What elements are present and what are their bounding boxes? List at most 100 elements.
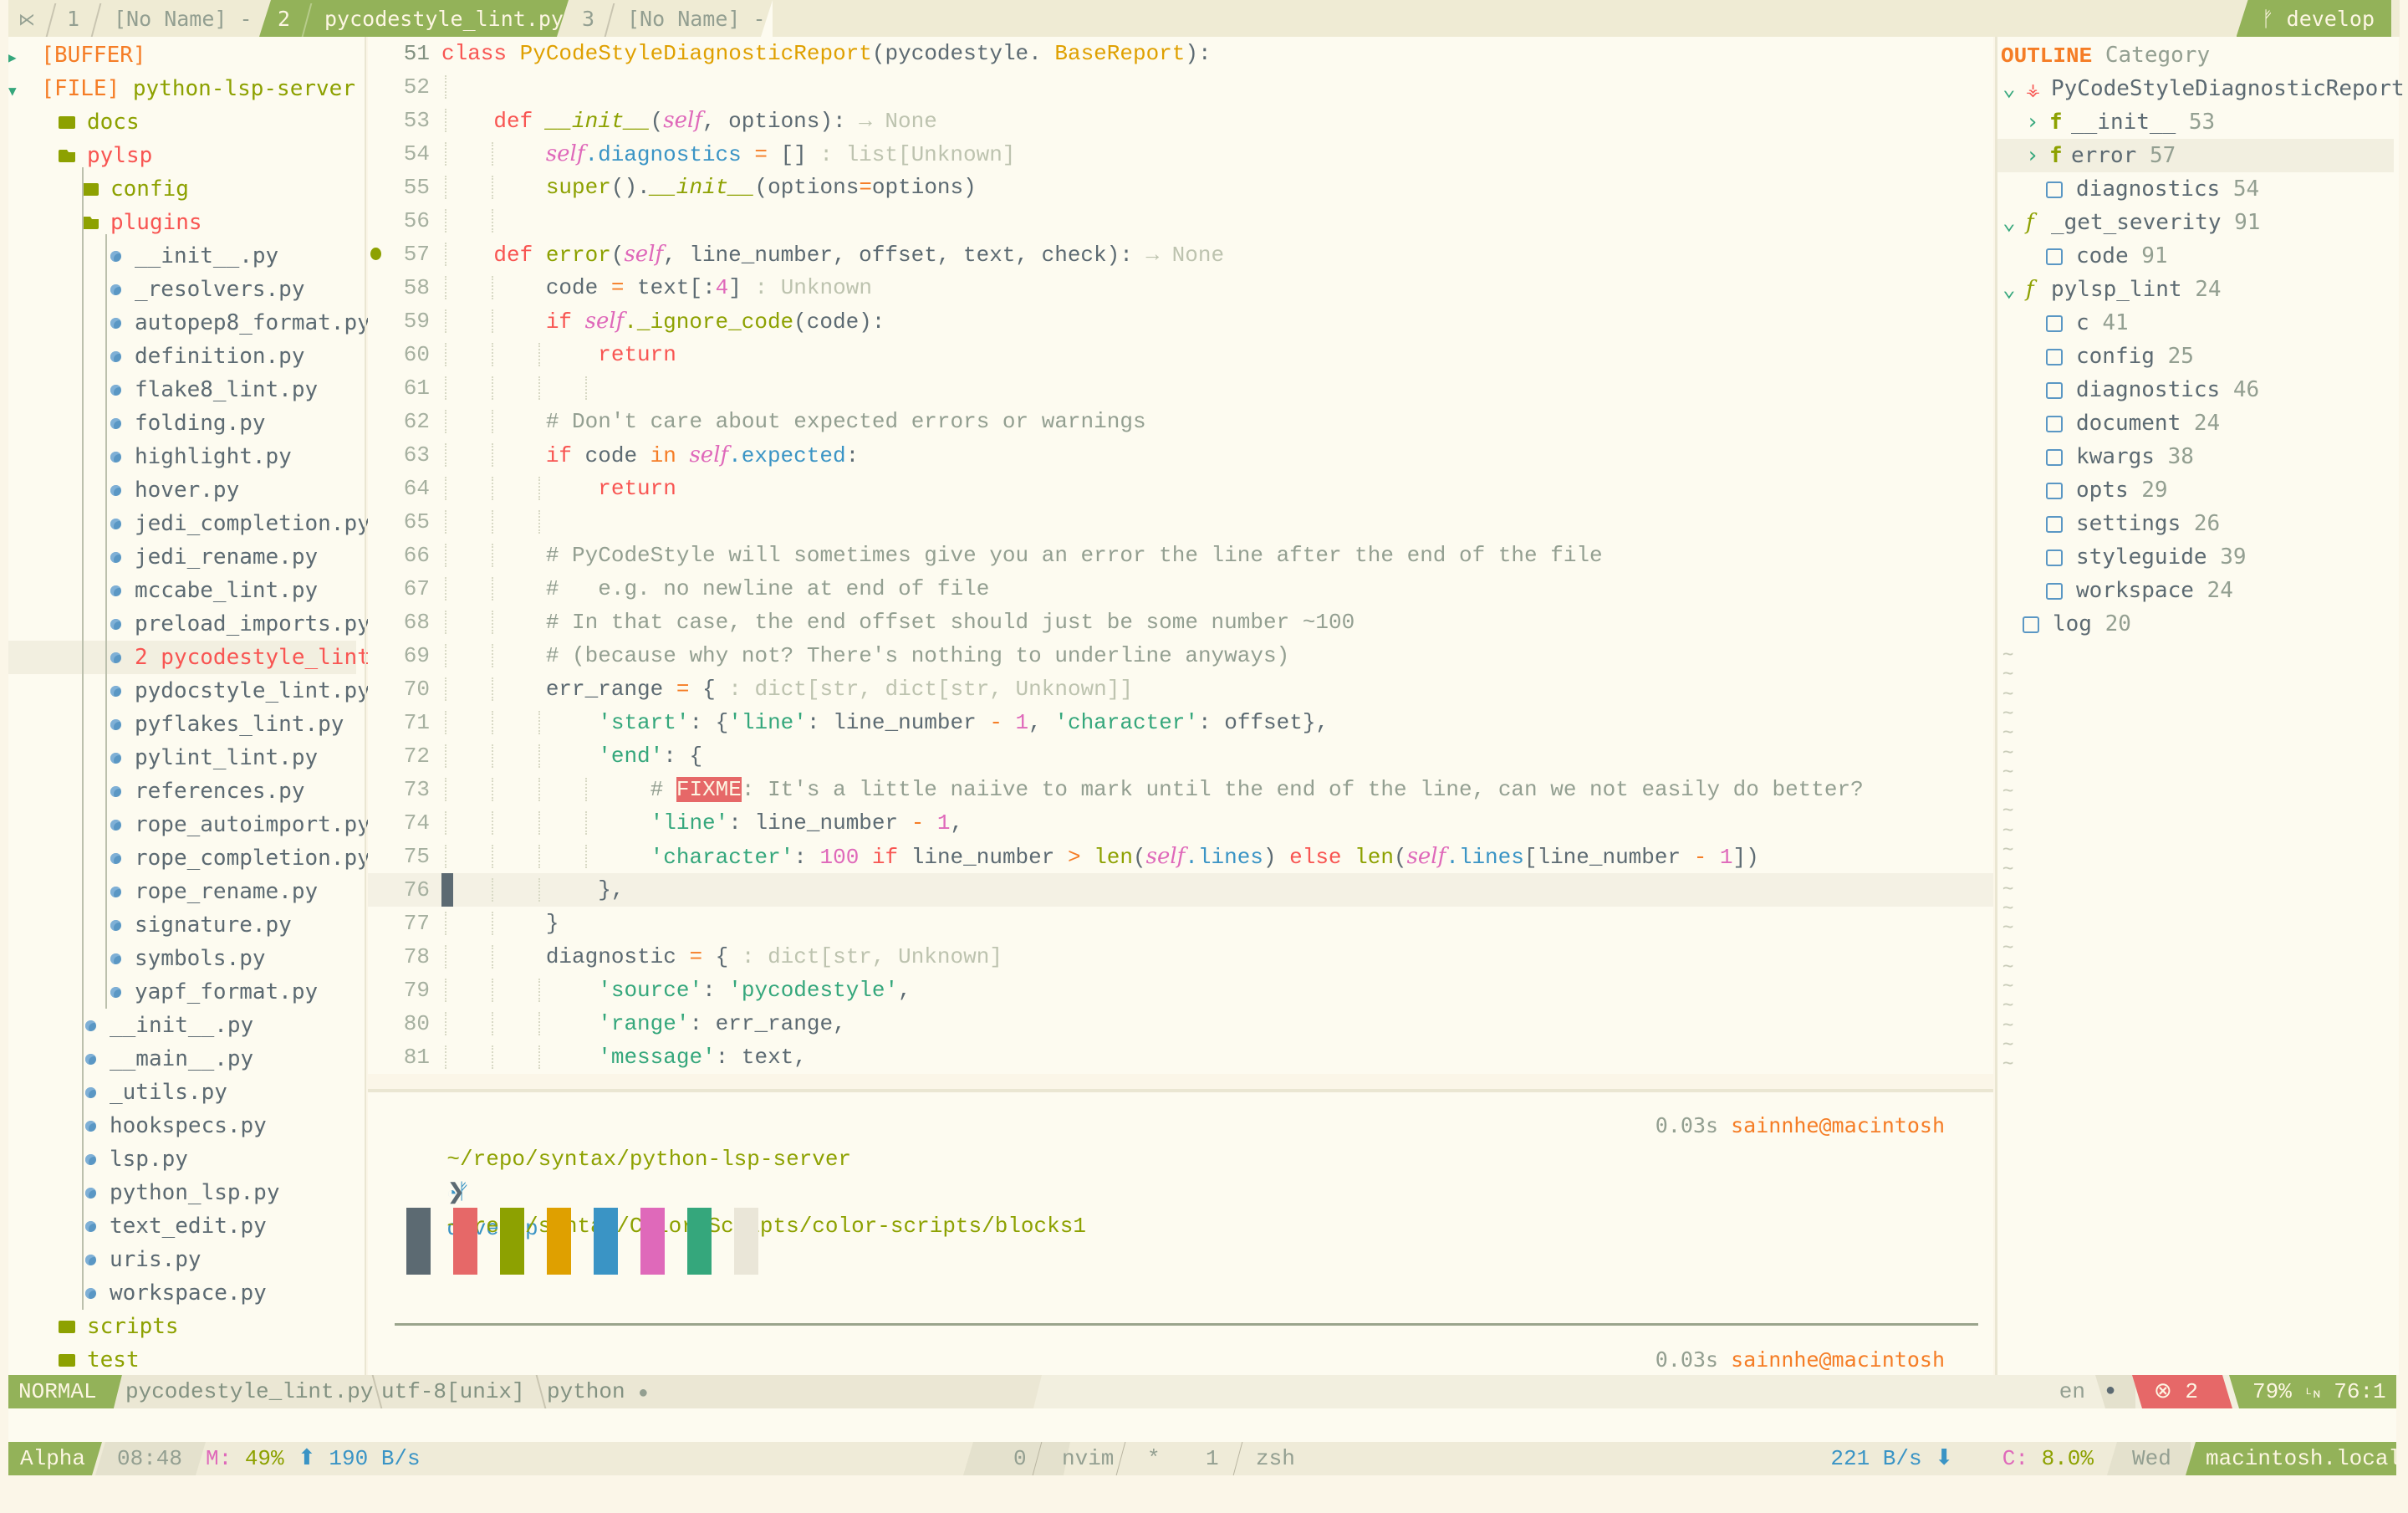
outline-item[interactable]: ⌄⚶PyCodeStyleDiagnosticReport 51 bbox=[1997, 72, 2405, 105]
code-line[interactable]: 75 'character': 100 if line_number > len… bbox=[368, 840, 1993, 873]
tree-file[interactable]: autopep8_format.py bbox=[8, 306, 370, 340]
chevron-right-icon[interactable]: › bbox=[2026, 139, 2049, 172]
code-line[interactable]: 76 }, bbox=[368, 873, 1993, 907]
tree-file[interactable]: _utils.py bbox=[8, 1076, 356, 1109]
chevron-down-icon[interactable]: ⌄ bbox=[2002, 206, 2026, 239]
outline-item[interactable]: ⌄ f pylsp_lint 24 bbox=[1997, 273, 2394, 306]
tmux-window-1-name[interactable]: zsh bbox=[1256, 1442, 1295, 1475]
code-line[interactable]: 80 'range': err_range, bbox=[368, 1007, 1993, 1040]
code-line[interactable]: 62 # Don't care about expected errors or… bbox=[368, 405, 1993, 438]
code-line[interactable]: 58 code = text[:4] : Unknown bbox=[368, 271, 1993, 304]
tree-file[interactable]: uris.py bbox=[8, 1243, 356, 1276]
tree-file[interactable]: hover.py bbox=[8, 473, 356, 507]
tree-folder[interactable]: pylsp bbox=[8, 139, 356, 172]
tree-file[interactable]: pyflakes_lint.py bbox=[8, 708, 356, 741]
tree-file[interactable]: jedi_rename.py bbox=[8, 540, 356, 574]
tmux-window-1[interactable]: 1 bbox=[1206, 1442, 1219, 1475]
outline-item[interactable]: config 25 bbox=[1997, 340, 2394, 373]
tree-file[interactable]: jedi_completion.py bbox=[8, 507, 370, 540]
outline-item[interactable]: styleguide 39 bbox=[1997, 540, 2394, 574]
tree-file[interactable]: definition.py bbox=[8, 340, 356, 373]
tmux-window-0[interactable]: 0 bbox=[1013, 1442, 1027, 1475]
code-line[interactable]: 52 bbox=[368, 70, 1993, 104]
tab-1[interactable]: 1 bbox=[67, 0, 79, 37]
tab-3-label[interactable]: [No Name] - bbox=[627, 0, 766, 37]
tree-folder[interactable]: docs bbox=[8, 105, 356, 139]
command-line-area[interactable] bbox=[8, 1408, 2396, 1442]
code-line[interactable]: 77 } bbox=[368, 907, 1993, 940]
code-line[interactable]: 70 err_range = { : dict[str, dict[str, U… bbox=[368, 672, 1993, 706]
tab-2-label[interactable]: pycodestyle_lint.py bbox=[324, 0, 564, 37]
tree-file[interactable]: python_lsp.py bbox=[8, 1176, 356, 1209]
tree-file[interactable]: rope_completion.py bbox=[8, 841, 370, 875]
code-line[interactable]: 78 diagnostic = { : dict[str, Unknown] bbox=[368, 940, 1993, 974]
code-line[interactable]: 59 if self._ignore_code(code): bbox=[368, 304, 1993, 338]
tmux-window-0-name[interactable]: nvim bbox=[1062, 1442, 1114, 1475]
tree-file[interactable]: flake8_lint.py bbox=[8, 373, 356, 406]
code-line[interactable]: 66 # PyCodeStyle will sometimes give you… bbox=[368, 539, 1993, 572]
outline-item[interactable]: diagnostics 46 bbox=[1997, 373, 2394, 406]
outline-item[interactable]: ⌄ f _get_severity 91 bbox=[1997, 206, 2394, 239]
tab-2[interactable]: 2 bbox=[278, 0, 290, 37]
tree-file[interactable]: __init__.py bbox=[8, 239, 356, 273]
outline-item[interactable]: c 41 bbox=[1997, 306, 2394, 340]
tree-file[interactable]: highlight.py bbox=[8, 440, 356, 473]
outline-item[interactable]: diagnostics 54 bbox=[1997, 172, 2394, 206]
chevron-down-icon[interactable]: ⌄ bbox=[2002, 273, 2026, 306]
outline-item[interactable]: kwargs 38 bbox=[1997, 440, 2394, 473]
code-line[interactable]: 53 def __init__(self, options): → None bbox=[368, 104, 1993, 137]
tree-file[interactable]: __main__.py bbox=[8, 1042, 356, 1076]
tree-folder[interactable]: config bbox=[8, 172, 356, 206]
code-line[interactable]: 67 # e.g. no newline at end of file bbox=[368, 572, 1993, 606]
tree-file[interactable]: _resolvers.py bbox=[8, 273, 356, 306]
tree-folder[interactable]: test bbox=[8, 1343, 356, 1377]
tree-file[interactable]: preload_imports.py bbox=[8, 607, 370, 641]
tree-file[interactable]: symbols.py bbox=[8, 942, 356, 975]
outline-item[interactable]: › f __init__ 53 bbox=[1997, 105, 2394, 139]
code-line[interactable]: 74 'line': line_number - 1, bbox=[368, 806, 1993, 840]
outline-item[interactable]: log 20 bbox=[1997, 607, 2394, 641]
tree-file[interactable]: signature.py bbox=[8, 908, 356, 942]
code-editor[interactable]: 51 class PyCodeStyleDiagnosticReport(pyco… bbox=[368, 37, 1993, 1074]
code-line[interactable]: 68 # In that case, the end offset should… bbox=[368, 606, 1993, 639]
outline-item[interactable]: › f error 57 bbox=[1997, 139, 2394, 172]
tree-file[interactable]: lsp.py bbox=[8, 1142, 356, 1176]
tree-folder[interactable]: plugins bbox=[8, 206, 356, 239]
tree-file[interactable]: rope_rename.py bbox=[8, 875, 356, 908]
code-line[interactable]: 56 bbox=[368, 204, 1993, 238]
outline-item[interactable]: opts 29 bbox=[1997, 473, 2394, 507]
tree-file[interactable]: 2 pycodestyle_lint. bbox=[8, 641, 383, 674]
tree-file[interactable]: folding.py bbox=[8, 406, 356, 440]
tree-file[interactable]: pydocstyle_lint.py bbox=[8, 674, 370, 708]
code-line[interactable]: 63 if code in self.expected: bbox=[368, 438, 1993, 472]
tree-file[interactable]: __init__.py bbox=[8, 1009, 356, 1042]
tree-file[interactable]: rope_autoimport.py bbox=[8, 808, 370, 841]
tree-folder[interactable]: scripts bbox=[8, 1310, 356, 1343]
code-line[interactable]: 61 bbox=[368, 371, 1993, 405]
code-line[interactable]: 51 class PyCodeStyleDiagnosticReport(pyco… bbox=[368, 37, 1993, 70]
tree-file[interactable]: workspace.py bbox=[8, 1276, 356, 1310]
chevron-right-icon[interactable]: › bbox=[2026, 105, 2049, 139]
code-line[interactable]: 65 bbox=[368, 505, 1993, 539]
code-line[interactable]: 81 'message': text, bbox=[368, 1040, 1993, 1074]
tree-buffer-section[interactable]: ▶ [BUFFER] bbox=[8, 38, 146, 72]
chevron-down-icon[interactable]: ⌄ bbox=[2002, 72, 2026, 105]
code-line[interactable]: 79 'source': 'pycodestyle', bbox=[368, 974, 1993, 1007]
code-line[interactable]: 55 super().__init__(options=options) bbox=[368, 171, 1993, 204]
outline-item[interactable]: document 24 bbox=[1997, 406, 2394, 440]
tree-file[interactable]: references.py bbox=[8, 774, 356, 808]
tree-file[interactable]: yapf_format.py bbox=[8, 975, 356, 1009]
terminal-pane[interactable]: ~/repo/syntax/python-lsp-server ◔ᚠ devel… bbox=[368, 1092, 1993, 1475]
tree-file[interactable]: text_edit.py bbox=[8, 1209, 356, 1243]
tab-3[interactable]: 3 bbox=[582, 0, 594, 37]
tree-file[interactable]: pylint_lint.py bbox=[8, 741, 356, 774]
code-line[interactable]: 71 'start': {'line': line_number - 1, 'c… bbox=[368, 706, 1993, 739]
code-line[interactable]: 57 def error(self, line_number, offset, … bbox=[368, 238, 1993, 271]
tree-file-section[interactable]: ▼ [FILE] python-lsp-server ~/r bbox=[8, 72, 408, 105]
code-line[interactable]: 69 # (because why not? There's nothing t… bbox=[368, 639, 1993, 672]
tree-file[interactable]: mccabe_lint.py bbox=[8, 574, 356, 607]
code-line[interactable]: 73 # FIXME: It's a little naiive to mark… bbox=[368, 773, 1993, 806]
error-count[interactable]: ⊗ 2 bbox=[2132, 1375, 2232, 1408]
code-line[interactable]: 54 self.diagnostics = [] : list[Unknown] bbox=[368, 137, 1993, 171]
code-line[interactable]: 72 'end': { bbox=[368, 739, 1993, 773]
